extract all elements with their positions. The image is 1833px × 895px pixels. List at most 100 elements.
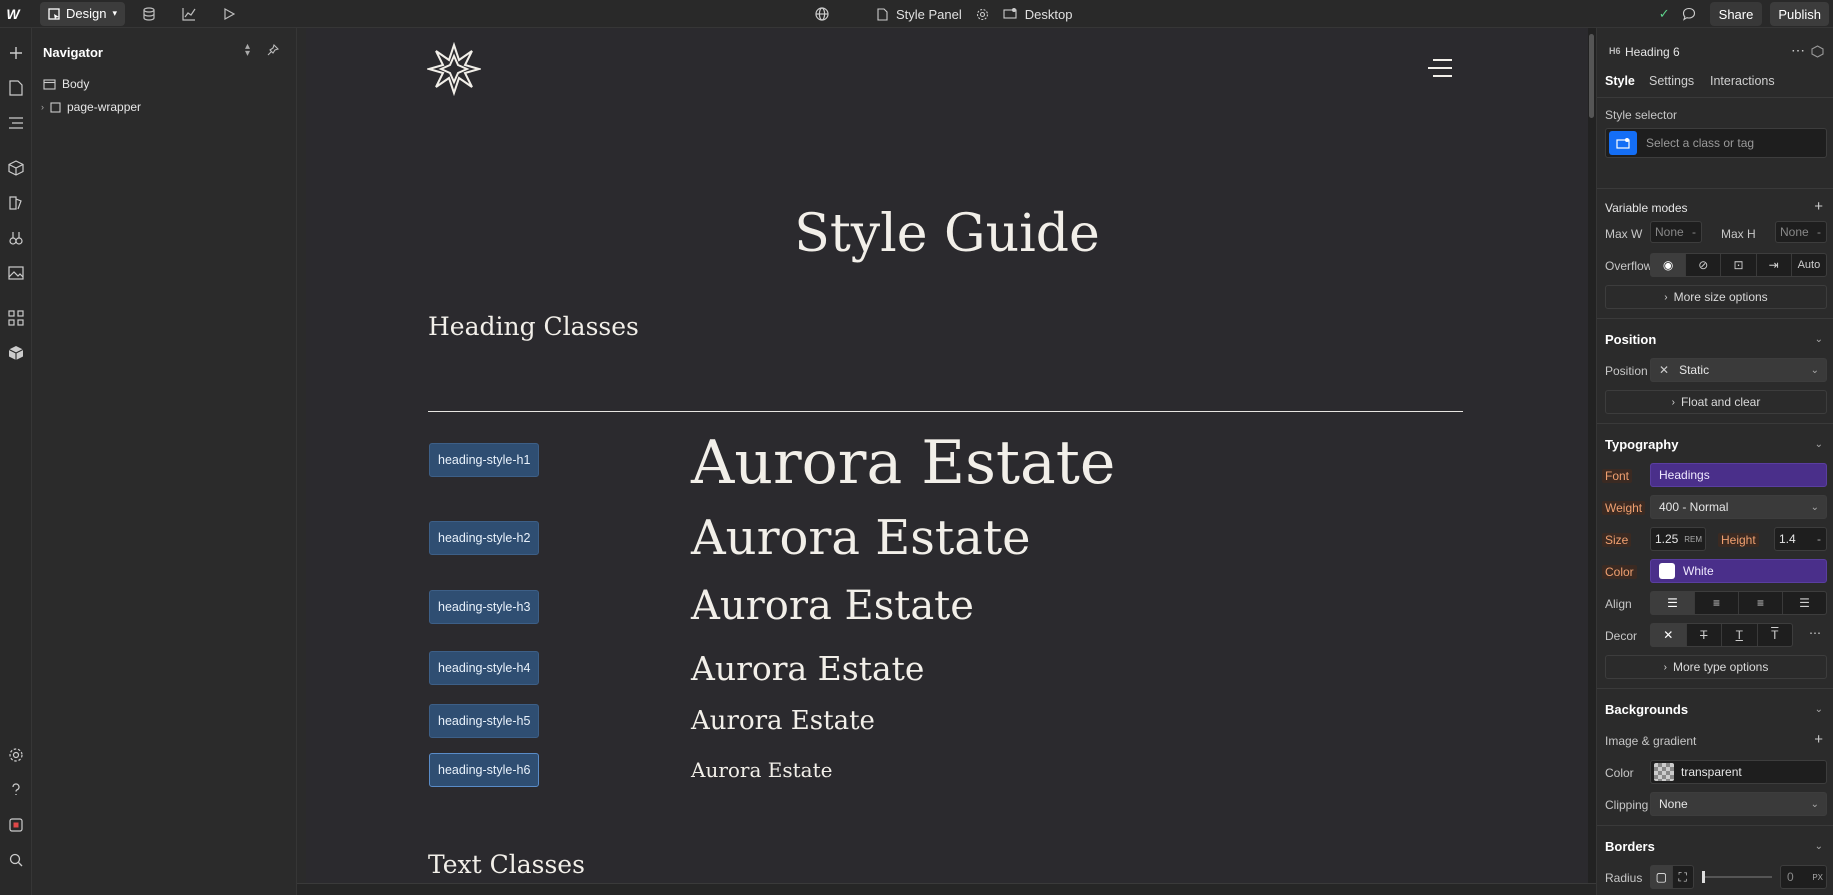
heading-sample-h3[interactable]: Aurora Estate (691, 583, 974, 629)
chevron-down-icon[interactable]: ⌄ (1815, 704, 1823, 715)
style-selector-input[interactable]: Select a class or tag (1605, 128, 1827, 158)
overline-icon[interactable]: T (1758, 624, 1793, 646)
more-size-options-button[interactable]: › More size options (1605, 285, 1827, 309)
overflow-scroll-icon[interactable]: ⊡ (1721, 254, 1757, 276)
assets-image-icon[interactable] (6, 263, 26, 283)
radius-input[interactable]: 0 PX (1780, 865, 1827, 889)
radius-unit[interactable]: PX (1812, 873, 1823, 882)
line-height-input[interactable]: 1.4 - (1774, 527, 1827, 551)
radius-all-icon[interactable]: ▢ (1651, 866, 1673, 888)
font-size-input[interactable]: 1.25 REM (1650, 527, 1706, 551)
record-icon[interactable] (6, 815, 26, 835)
preview-play-icon[interactable] (209, 0, 249, 28)
tab-style[interactable]: Style (1605, 74, 1635, 88)
borders-section-header[interactable]: Borders (1605, 839, 1655, 854)
align-center-icon[interactable]: ≡ (1695, 592, 1739, 614)
site-logo-star-icon[interactable] (427, 42, 481, 96)
webflow-logo[interactable]: W (0, 0, 26, 28)
variables-icon[interactable] (6, 228, 26, 248)
heading-sample-h5[interactable]: Aurora Estate (691, 706, 875, 736)
cms-database-icon[interactable] (129, 0, 169, 28)
class-tag[interactable]: heading-style-h3 (429, 590, 540, 624)
heading-sample-h1[interactable]: Aurora Estate (691, 428, 1115, 498)
class-tag[interactable]: heading-style-h2 (429, 521, 540, 555)
overflow-clip-icon[interactable]: ⇥ (1757, 254, 1792, 276)
tree-item-body[interactable]: Body (32, 73, 297, 95)
tree-item-label: page-wrapper (67, 100, 142, 114)
chevron-down-icon[interactable]: ⌄ (1815, 841, 1823, 852)
more-decor-icon[interactable]: ⋯ (1809, 626, 1821, 640)
background-color-field[interactable]: transparent (1650, 760, 1827, 784)
scrollbar-thumb[interactable] (1589, 34, 1594, 118)
help-icon[interactable] (6, 780, 26, 800)
class-tag[interactable]: heading-style-h1 (429, 443, 540, 477)
decor-none-x-icon[interactable]: ✕ (1651, 624, 1687, 646)
radius-slider[interactable] (1702, 871, 1772, 883)
tab-settings[interactable]: Settings (1649, 74, 1694, 88)
add-background-icon[interactable]: + (1814, 731, 1823, 748)
pages-icon[interactable] (6, 78, 26, 98)
slider-handle[interactable] (1702, 871, 1705, 883)
class-tag[interactable]: heading-style-h5 (429, 704, 540, 738)
strikethrough-icon[interactable]: T (1687, 624, 1722, 646)
navigator-icon[interactable] (6, 113, 26, 133)
add-elements-icon[interactable] (6, 43, 26, 63)
clipping-dropdown[interactable]: None ⌄ (1650, 792, 1827, 816)
chevron-down-icon[interactable]: ⌄ (1815, 439, 1823, 450)
settings-gear-icon[interactable] (6, 745, 26, 765)
pin-icon[interactable] (267, 44, 279, 56)
chevron-right-icon[interactable]: › (41, 102, 44, 112)
typography-section-header[interactable]: Typography (1605, 437, 1678, 452)
tab-interactions[interactable]: Interactions (1710, 74, 1775, 88)
share-button[interactable]: Share (1709, 2, 1763, 26)
float-and-clear-button[interactable]: › Float and clear (1605, 390, 1827, 414)
weight-dropdown[interactable]: 400 - Normal ⌄ (1650, 495, 1827, 519)
align-right-icon[interactable]: ≡ (1739, 592, 1783, 614)
mode-dropdown[interactable]: Design ▾ (40, 1, 125, 26)
size-unit[interactable]: REM (1684, 535, 1702, 544)
libraries-cube-icon[interactable] (6, 343, 26, 363)
divider (1597, 825, 1833, 826)
heading-sample-h2[interactable]: Aurora Estate (691, 510, 1031, 566)
comments-icon[interactable] (1682, 7, 1696, 21)
globe-icon[interactable] (815, 7, 829, 21)
canvas-scrollbar[interactable] (1588, 28, 1596, 883)
page-settings-gear-icon[interactable] (976, 8, 989, 21)
analyze-chart-icon[interactable] (169, 0, 209, 28)
design-canvas[interactable]: Style Guide Heading Classes heading-styl… (306, 28, 1588, 883)
publish-button[interactable]: Publish (1770, 2, 1829, 26)
max-h-input[interactable]: None - (1775, 221, 1827, 243)
style-manager-icon[interactable] (6, 193, 26, 213)
component-icon[interactable] (1811, 45, 1824, 58)
overflow-auto[interactable]: Auto (1792, 254, 1826, 276)
radius-individual-icon[interactable]: ⛶ (1673, 866, 1694, 888)
class-tag[interactable]: heading-style-h6 (429, 753, 540, 787)
class-tag[interactable]: heading-style-h4 (429, 651, 540, 685)
add-variable-mode-icon[interactable]: + (1814, 198, 1823, 215)
heading-sample-h4[interactable]: Aurora Estate (691, 649, 924, 688)
underline-icon[interactable]: T (1722, 624, 1758, 646)
overflow-visible-eye-icon[interactable]: ◉ (1651, 254, 1687, 276)
more-type-options-button[interactable]: › More type options (1605, 655, 1827, 679)
desktop-breakpoint-icon[interactable] (1003, 8, 1017, 20)
more-options-icon[interactable]: ⋯ (1791, 42, 1805, 59)
apps-icon[interactable] (6, 308, 26, 328)
align-justify-icon[interactable]: ☰ (1783, 592, 1826, 614)
position-dropdown[interactable]: ✕ Static ⌄ (1650, 358, 1827, 382)
align-left-icon[interactable]: ☰ (1651, 592, 1695, 614)
breakpoint-label[interactable]: Desktop (1025, 7, 1073, 22)
font-variable-field[interactable]: Headings (1650, 463, 1827, 487)
heading-sample-h6[interactable]: Aurora Estate (691, 758, 832, 782)
max-w-input[interactable]: None - (1650, 221, 1702, 243)
chevron-down-icon[interactable]: ⌄ (1815, 334, 1823, 345)
style-panel-page-button[interactable]: Style Panel (896, 7, 962, 22)
overflow-hidden-icon[interactable]: ⊘ (1686, 254, 1722, 276)
components-icon[interactable] (6, 158, 26, 178)
hamburger-menu-icon[interactable] (1427, 58, 1453, 78)
backgrounds-section-header[interactable]: Backgrounds (1605, 702, 1688, 717)
search-icon[interactable] (6, 850, 26, 870)
text-color-field[interactable]: White (1650, 559, 1827, 583)
tree-item-page-wrapper[interactable]: › page-wrapper (32, 96, 297, 118)
position-section-header[interactable]: Position (1605, 332, 1656, 347)
expand-collapse-icon[interactable]: ▴ ▾ (245, 42, 250, 59)
